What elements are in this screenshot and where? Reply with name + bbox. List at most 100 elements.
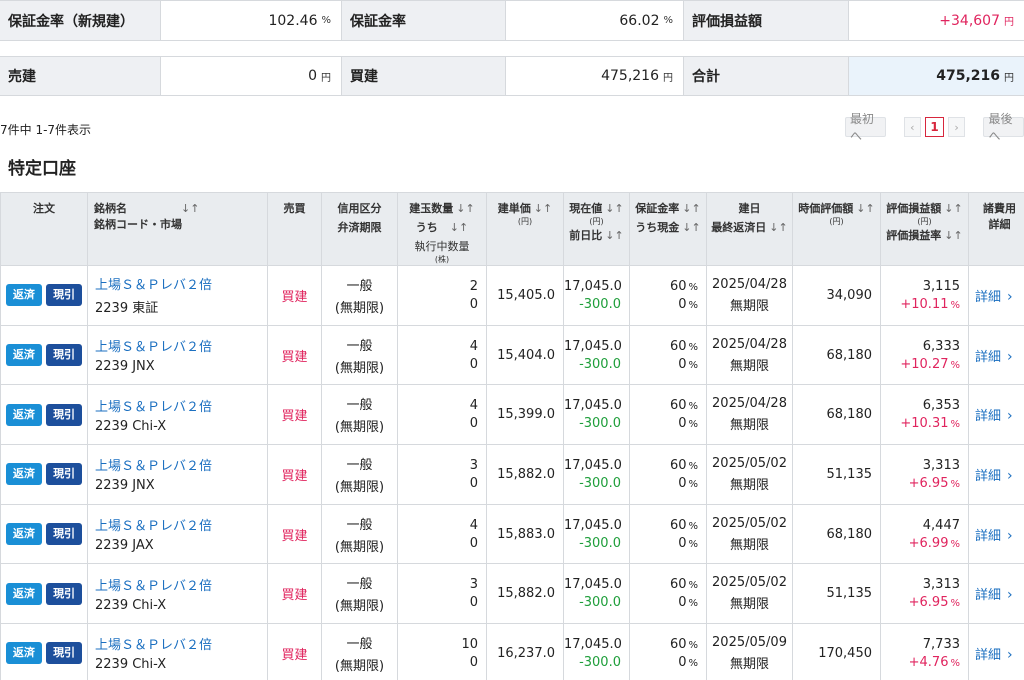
current-price: 17,045.0 bbox=[564, 636, 622, 652]
percent-unit: % bbox=[688, 657, 698, 669]
delivery-button[interactable]: 現引 bbox=[46, 642, 83, 665]
stock-name-link[interactable]: 上場Ｓ＆Ｐレバ２倍 bbox=[95, 515, 267, 534]
current-price: 17,045.0 bbox=[564, 577, 622, 593]
cost-cell: 16,237.0 bbox=[486, 623, 564, 680]
summary-value-long: 475,216 円 bbox=[506, 57, 684, 95]
header-date[interactable]: 建日 最終返済日 ↓↑ bbox=[706, 192, 793, 266]
detail-link[interactable]: 詳細 bbox=[975, 469, 1001, 484]
margin-cell: 60% 0% bbox=[629, 444, 707, 505]
detail-link[interactable]: 詳細 bbox=[975, 529, 1001, 544]
cost-cell: 15,399.0 bbox=[486, 384, 564, 446]
detail-link[interactable]: 詳細 bbox=[975, 409, 1001, 424]
current-price: 17,045.0 bbox=[564, 457, 622, 473]
header-margin[interactable]: 保証金率 ↓↑ うち現金 ↓↑ bbox=[629, 192, 707, 266]
stock-name-link[interactable]: 上場Ｓ＆Ｐレバ２倍 bbox=[95, 575, 267, 594]
header-cost[interactable]: 建単価 ↓↑ (円) bbox=[486, 192, 564, 266]
fees-cell[interactable]: 詳細 › bbox=[968, 503, 1024, 565]
market-value-cell: 68,180 bbox=[792, 503, 881, 565]
next-page-icon[interactable]: › bbox=[947, 117, 966, 137]
repay-button[interactable]: 返済 bbox=[5, 582, 42, 605]
fees-cell[interactable]: 詳細 › bbox=[968, 384, 1024, 446]
chevron-right-icon: › bbox=[1007, 646, 1013, 663]
fees-cell[interactable]: 詳細 › bbox=[968, 324, 1024, 386]
delivery-button[interactable]: 現引 bbox=[46, 523, 83, 546]
executing-quantity: 0 bbox=[469, 296, 478, 312]
fees-cell[interactable]: 詳細 › bbox=[968, 444, 1024, 505]
header-market-value[interactable]: 時価評価額 ↓↑ (円) bbox=[792, 192, 881, 266]
stock-name-link[interactable]: 上場Ｓ＆Ｐレバ２倍 bbox=[95, 274, 267, 293]
repay-limit: (無期限) bbox=[334, 658, 385, 674]
header-pl[interactable]: 評価損益額 ↓↑ (円) 評価損益率 ↓↑ bbox=[880, 192, 969, 266]
credit-type: 一般 bbox=[346, 338, 373, 354]
delivery-button[interactable]: 現引 bbox=[46, 582, 83, 605]
quantity: 4 bbox=[469, 517, 478, 533]
fees-cell[interactable]: 詳細 › bbox=[968, 265, 1024, 326]
summary-label-new-margin-rate: 保証金率（新規建） bbox=[0, 1, 161, 40]
stock-name-link[interactable]: 上場Ｓ＆Ｐレバ２倍 bbox=[95, 634, 267, 653]
order-cell: 返済 現引 bbox=[0, 623, 88, 680]
market-value-cell: 68,180 bbox=[792, 384, 881, 446]
cash-rate: 0 bbox=[678, 296, 687, 312]
unrealized-pl: 7,733 bbox=[922, 636, 960, 652]
repay-button[interactable]: 返済 bbox=[5, 344, 42, 367]
credit-type: 一般 bbox=[346, 517, 373, 533]
delivery-button[interactable]: 現引 bbox=[46, 284, 83, 307]
stock-name-link[interactable]: 上場Ｓ＆Ｐレバ２倍 bbox=[95, 336, 267, 355]
delivery-button[interactable]: 現引 bbox=[46, 344, 83, 367]
table-row: 返済 現引 上場Ｓ＆Ｐレバ２倍 2239 JNX 買建 一般 (無期限) 4 0 15,404.… bbox=[0, 324, 1024, 386]
repay-button[interactable]: 返済 bbox=[5, 284, 42, 307]
header-price[interactable]: 現在値 ↓↑ (円) 前日比 ↓↑ bbox=[563, 192, 630, 266]
percent-unit: % bbox=[688, 598, 698, 610]
repay-button[interactable]: 返済 bbox=[5, 523, 42, 546]
cash-rate: 0 bbox=[678, 416, 687, 432]
summary-label-margin-rate: 保証金率 bbox=[342, 1, 506, 40]
detail-link[interactable]: 詳細 bbox=[975, 290, 1001, 305]
pl-cell: 6,353 +10.31% bbox=[880, 384, 969, 446]
fees-cell[interactable]: 詳細 › bbox=[968, 623, 1024, 680]
delivery-button[interactable]: 現引 bbox=[46, 403, 83, 426]
market-value-cell: 170,450 bbox=[792, 623, 881, 680]
percent-unit: % bbox=[950, 598, 960, 610]
cash-rate: 0 bbox=[678, 356, 687, 372]
order-cell: 返済 現引 bbox=[0, 503, 88, 565]
first-page-button[interactable]: 最初へ bbox=[845, 112, 886, 143]
margin-rate: 60 bbox=[669, 338, 687, 354]
day-change: -300.0 bbox=[579, 356, 621, 372]
repay-button[interactable]: 返済 bbox=[5, 642, 42, 665]
repay-limit: (無期限) bbox=[334, 479, 385, 495]
detail-link[interactable]: 詳細 bbox=[975, 350, 1001, 365]
date-cell: 2025/05/02 無期限 bbox=[706, 563, 793, 625]
name-cell: 上場Ｓ＆Ｐレバ２倍 2239 Chi-X bbox=[87, 384, 268, 446]
name-cell: 上場Ｓ＆Ｐレバ２倍 2239 Chi-X bbox=[87, 563, 268, 625]
qty-cell: 30 bbox=[397, 563, 487, 625]
side-cell: 買建 bbox=[267, 623, 322, 680]
chevron-right-icon: › bbox=[1007, 348, 1013, 365]
sort-icon: ↓↑ bbox=[944, 202, 963, 215]
header-name[interactable]: 銘柄名 ↓↑ 銘柄コード・市場 bbox=[87, 192, 268, 266]
prev-page-icon[interactable]: ‹ bbox=[903, 117, 922, 137]
delivery-button[interactable]: 現引 bbox=[46, 463, 83, 486]
margin-cell: 60% 0% bbox=[629, 563, 707, 625]
page-1-button[interactable]: 1 bbox=[925, 117, 944, 137]
market-value-cell: 68,180 bbox=[792, 324, 881, 386]
detail-link[interactable]: 詳細 bbox=[975, 648, 1001, 663]
quantity: 4 bbox=[469, 398, 478, 414]
repay-button[interactable]: 返済 bbox=[5, 403, 42, 426]
current-price: 17,045.0 bbox=[564, 398, 622, 414]
stock-name-link[interactable]: 上場Ｓ＆Ｐレバ２倍 bbox=[95, 455, 267, 474]
stock-name-link[interactable]: 上場Ｓ＆Ｐレバ２倍 bbox=[95, 396, 267, 415]
fees-cell[interactable]: 詳細 › bbox=[968, 563, 1024, 625]
repay-button[interactable]: 返済 bbox=[5, 463, 42, 486]
credit-cell: 一般 (無期限) bbox=[321, 265, 398, 326]
sort-icon: ↓↑ bbox=[682, 202, 701, 215]
last-page-button[interactable]: 最後へ bbox=[983, 112, 1024, 143]
header-qty[interactable]: 建玉数量 ↓↑ うち ↓↑ 執行中数量 (株) bbox=[397, 192, 487, 266]
table-row: 返済 現引 上場Ｓ＆Ｐレバ２倍 2239 東証 買建 一般 (無期限) 2 0 15,405.0… bbox=[0, 265, 1024, 326]
executing-quantity: 0 bbox=[469, 416, 478, 432]
margin-rate: 60 bbox=[669, 636, 687, 652]
open-date: 2025/04/28 bbox=[712, 336, 787, 352]
unrealized-pl-rate: +10.27 bbox=[900, 356, 949, 372]
name-cell: 上場Ｓ＆Ｐレバ２倍 2239 JNX bbox=[87, 444, 268, 505]
cash-rate: 0 bbox=[678, 595, 687, 611]
detail-link[interactable]: 詳細 bbox=[975, 588, 1001, 603]
